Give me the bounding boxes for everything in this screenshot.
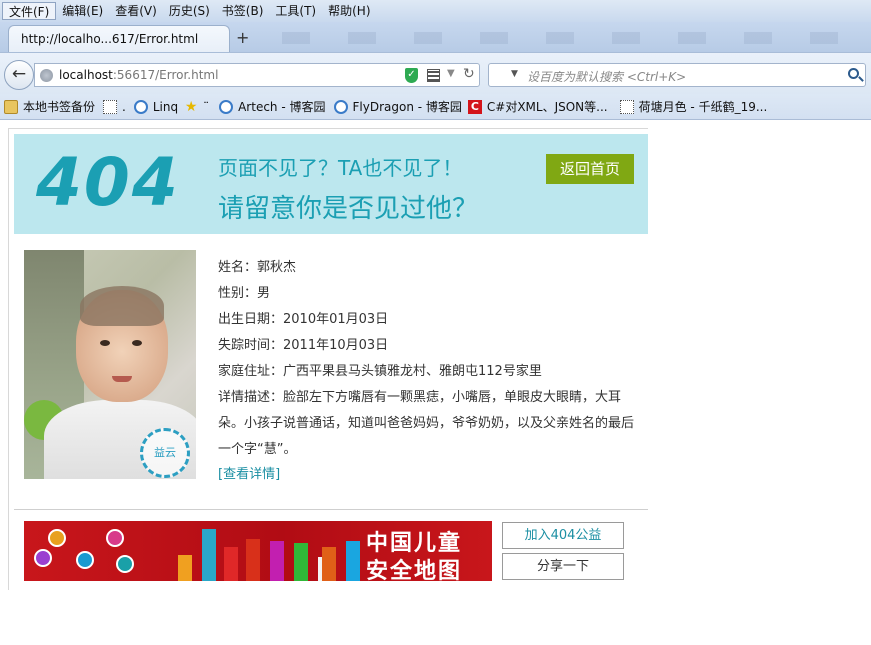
navigation-bar: ← localhost:56617/Error.html ✓ ▼ ↻ ▼ 设百度… [0,52,871,94]
background-tabs [262,32,871,44]
hero-question: 请留意你是否见过他？ [218,194,479,224]
home-button[interactable]: 返回首页 [546,154,634,184]
share-button[interactable]: 分享一下 [502,553,624,580]
join-404-charity-button[interactable]: 加入404公益 [502,522,624,549]
banner-title-line2: 安全地图 [366,559,463,581]
error-hero-banner: 404 页面不见了？TA也不见了！ 请留意你是否见过他？ 返回首页 [14,134,648,234]
missing-child-photo: 益云 [24,250,196,479]
search-icon[interactable] [848,68,859,79]
cnblogs-icon [133,99,148,114]
cnblogs-icon [333,99,348,114]
details-link[interactable]: [查看详情] [218,463,638,482]
bookmark-label: ¨ [203,99,210,114]
menu-edit[interactable]: 编辑(E) [56,2,109,20]
bookmark-label: Artech - 博客园 [238,100,326,114]
folder-icon [4,99,18,114]
bookmark-item[interactable]: . [103,99,126,114]
bookmark-item[interactable]: 本地书签备份 [4,98,95,115]
qr-code-icon[interactable] [427,69,440,82]
new-tab-button[interactable]: + [236,28,249,47]
url-host: localhost [59,68,113,82]
menu-history[interactable]: 历史(S) [163,2,216,20]
bookmark-label: 荷塘月色 - 千纸鹤_19... [638,100,768,114]
menu-bar: 文件(F) 编辑(E) 查看(V) 历史(S) 书签(B) 工具(T) 帮助(H… [0,0,871,22]
blank-page-icon [619,99,634,114]
menu-bookmarks[interactable]: 书签(B) [216,2,270,20]
watermark-stamp: 益云 [140,428,190,478]
section-divider [14,509,648,510]
shield-icon[interactable]: ✓ [405,68,418,83]
person-description: 详情描述：脸部左下方嘴唇有一颗黑痣，小嘴唇，单眼皮大眼睛，大耳朵。小孩子说普通话… [218,390,635,457]
hero-message: 页面不见了？TA也不见了！ [218,156,463,180]
menu-file[interactable]: 文件(F) [2,2,57,20]
menu-help[interactable]: 帮助(H) [322,2,376,20]
menu-tools[interactable]: 工具(T) [269,2,322,20]
bookmark-label: C#对XML、JSON等... [486,100,608,114]
face-pin-icon [76,551,94,569]
person-pin-icon [106,529,124,547]
bookmark-item[interactable]: FlyDragon - 博客园 [333,98,462,115]
url-bar[interactable]: localhost:56617/Error.html ✓ ▼ ↻ [34,63,480,87]
child-safety-map-banner[interactable]: 中国儿童 安全地图 [24,521,492,581]
blank-page-icon [103,99,118,114]
bookmark-label: Linq [152,99,179,114]
search-engine-dropdown-icon[interactable]: ▼ [511,69,518,79]
url-dropdown-icon[interactable]: ▼ [447,68,455,79]
person-name: 姓名：郭秋杰 [218,260,297,275]
error-code: 404 [36,144,180,221]
bookmark-label: . [122,99,126,114]
person-missing-date: 失踪时间：2011年10月03日 [218,338,389,353]
globe-icon [40,69,53,82]
person-birthdate: 出生日期：2010年01月03日 [218,312,389,327]
url-path: :56617/Error.html [112,68,219,82]
url-text: localhost:56617/Error.html [59,68,218,82]
tab-error-page[interactable]: http://localho...617/Error.html [8,25,230,52]
map-pin-icon [48,529,66,547]
pin-icon [116,555,134,573]
bookmark-item[interactable]: ★ ¨ [184,100,209,114]
back-button[interactable]: ← [4,60,34,90]
cnblogs-icon [219,99,234,114]
bookmark-item[interactable]: Artech - 博客园 [219,98,326,115]
person-gender: 性别：男 [218,286,271,301]
menu-view[interactable]: 查看(V) [109,2,163,20]
bookmark-label: FlyDragon - 博客园 [352,100,462,114]
content-border-top [8,128,648,129]
reload-icon[interactable]: ↻ [463,66,475,82]
bookmark-item[interactable]: C C#对XML、JSON等... [467,98,608,115]
bookmark-item[interactable]: 荷塘月色 - 千纸鹤_19... [619,98,768,115]
search-bar[interactable]: ▼ 设百度为默认搜索 <Ctrl+K> [488,63,866,87]
heart-pin-icon [34,549,52,567]
bookmark-label: 本地书签备份 [23,100,96,114]
bookmark-item[interactable]: Linq [133,99,179,114]
tab-strip: http://localho...617/Error.html + [0,22,871,52]
missing-person-info: 姓名：郭秋杰 性别：男 出生日期：2010年01月03日 失踪时间：2011年1… [218,258,638,482]
star-icon: ★ [184,98,198,115]
bookmarks-bar: 本地书签备份 . Linq ★ ¨ Artech - 博客园 FlyDragon … [0,94,871,120]
red-c-icon: C [467,99,482,114]
content-border-left [8,128,9,590]
search-input[interactable]: 设百度为默认搜索 <Ctrl+K> [527,68,686,85]
